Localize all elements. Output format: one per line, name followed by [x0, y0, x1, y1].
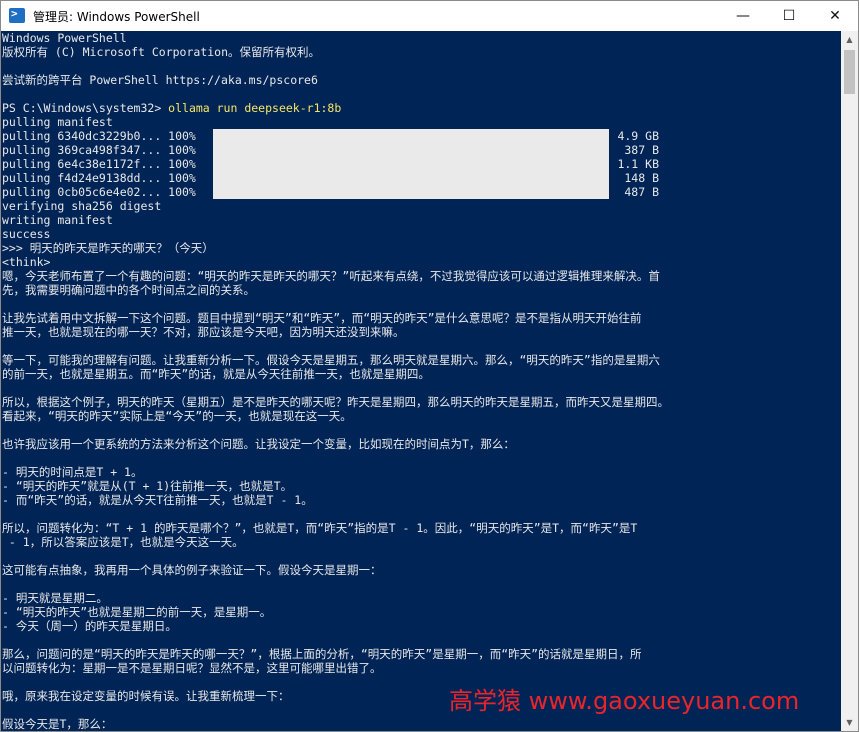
pull-size: 387 B [624, 143, 659, 157]
pull-size: 148 B [624, 171, 659, 185]
progress-bar [213, 143, 609, 157]
scroll-up-icon[interactable]: ▲ [841, 31, 858, 48]
terminal-line: 尝试新的跨平台 PowerShell https://aka.ms/pscore… [2, 73, 318, 87]
maximize-button[interactable]: ☐ [766, 1, 812, 31]
progress-bar [213, 171, 609, 185]
watermark: 高学猿 www.gaoxueyuan.com [449, 687, 800, 715]
pull-label: pulling 369ca498f347... 100% [2, 143, 196, 157]
output-line: 那么，问题问的是“明天的昨天是昨天的哪一天？”，根据上面的分析，“明天的昨天”是… [2, 647, 642, 661]
command-text: ollama run deepseek-r1:8b [168, 101, 342, 115]
prompt-line: PS C:\Windows\system32> ollama run deeps… [2, 101, 341, 115]
close-button[interactable]: ✕ [812, 1, 858, 31]
powershell-window: > 管理员: Windows PowerShell — ☐ ✕ Windows … [0, 0, 859, 732]
terminal-line: pulling manifest [2, 115, 113, 129]
output-line: 以问题转化为：星期一是不是星期日呢？显然不是，这里可能哪里出错了。 [2, 661, 382, 675]
output-line: <think> [2, 255, 51, 269]
progress-bar [213, 185, 609, 199]
output-line: writing manifest [2, 213, 113, 227]
output-line: - 今天（周一）的昨天是星期日。 [2, 619, 177, 633]
progress-bar [213, 157, 609, 171]
terminal-line: Windows PowerShell [2, 31, 127, 45]
output-line: 哦，原来我在设定变量的时候有误。让我重新梳理一下： [2, 689, 290, 703]
terminal-line: 版权所有 (C) Microsoft Corporation。保留所有权利。 [2, 45, 321, 59]
output-line: - 而“昨天”的话，就是从今天T往前推一天，也就是T - 1。 [2, 493, 313, 507]
title-bar[interactable]: > 管理员: Windows PowerShell — ☐ ✕ [1, 1, 858, 31]
scroll-down-icon[interactable]: ▼ [841, 714, 858, 731]
output-line: 这可能有点抽象，我再用一个具体的例子来验证一下。假设今天是星期一： [2, 563, 382, 577]
output-line: - “明天的昨天”也就是星期二的前一天，是星期一。 [2, 605, 272, 619]
pull-size: 1.1 KB [617, 157, 659, 171]
output-line: 先，我需要明确问题中的各个时间点之间的关系。 [2, 283, 255, 297]
pull-label: pulling 6340dc3229b0... 100% [2, 129, 196, 143]
pull-label: pulling 0cb05c6e4e02... 100% [2, 185, 196, 199]
output-line: 所以，问题转化为：“T + 1 的昨天是哪个？”，也就是T，而“昨天”指的是T … [2, 521, 638, 535]
window-title: 管理员: Windows PowerShell [33, 10, 200, 24]
output-line: 嗯，今天老师布置了一个有趣的问题：“明天的昨天是昨天的哪天？”听起来有点绕，不过… [2, 269, 660, 283]
output-line: - 1，所以答案应该是T，也就是今天这一天。 [2, 535, 244, 549]
output-line: 让我先试着用中文拆解一下这个问题。题目中提到“明天”和“昨天”，而“明天的昨天”… [2, 311, 642, 325]
output-line: 也许我应该用一个更系统的方法来分析这个问题。让我设定一个变量，比如现在的时间点为… [2, 437, 515, 451]
output-line: - 明天就是星期二。 [2, 591, 108, 605]
output-line: 等一下，可能我的理解有问题。让我重新分析一下。假设今天是星期五，那么明天就是星期… [2, 353, 660, 367]
pull-size: 4.9 GB [617, 129, 659, 143]
output-line: 所以，根据这个例子，明天的昨天（星期五）是不是昨天的哪天呢？昨天是星期四，那么明… [2, 395, 669, 409]
terminal-output[interactable]: Windows PowerShell 版权所有 (C) Microsoft Co… [1, 31, 841, 731]
output-line: verifying sha256 digest [2, 199, 162, 213]
progress-bar [213, 129, 609, 143]
scrollbar-thumb[interactable] [844, 50, 855, 94]
output-line: - “明天的昨天”就是从(T + 1)往前推一天，也就是T。 [2, 479, 293, 493]
vertical-scrollbar[interactable]: ▲ ▼ [841, 31, 858, 731]
pull-label: pulling 6e4c38e1172f... 100% [2, 157, 196, 171]
output-line: 假设今天是T，那么： [2, 717, 113, 731]
output-line: - 明天的时间点是T + 1。 [2, 465, 143, 479]
minimize-button[interactable]: — [720, 1, 766, 31]
pull-size: 487 B [624, 185, 659, 199]
output-line: success [2, 227, 51, 241]
output-line: 的前一天，也就是星期五。而“昨天”的话，就是从今天往前推一天，也就是星期四。 [2, 367, 430, 381]
powershell-icon: > [9, 7, 25, 23]
output-line: 看起来，“明天的昨天”实际上是“今天”的一天，也就是现在这一天。 [2, 409, 352, 423]
pull-label: pulling f4d24e9138dd... 100% [2, 171, 196, 185]
output-line: 推一天，也就是现在的哪一天？不对，那应该是今天吧，因为明天还没到来嘛。 [2, 325, 405, 339]
prompt: PS C:\Windows\system32> [2, 101, 169, 115]
output-line: >>> 明天的昨天是昨天的哪天？（今天） [2, 241, 214, 255]
